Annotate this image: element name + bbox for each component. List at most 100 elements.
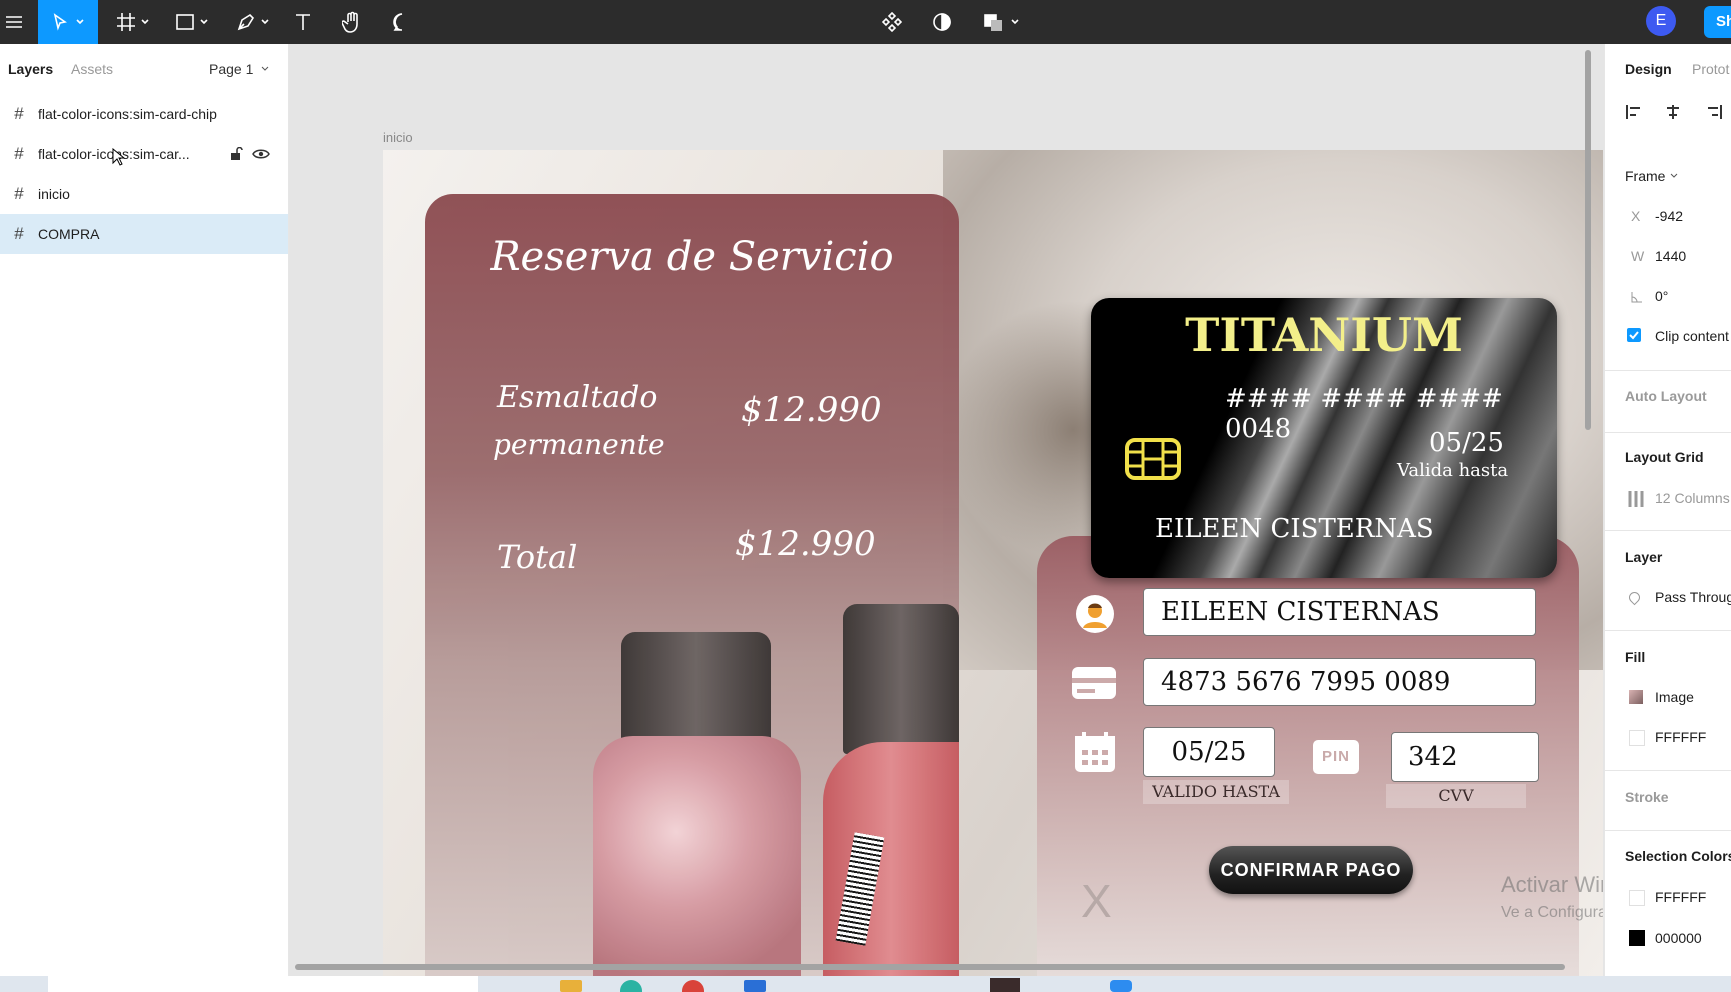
- divider: [1605, 830, 1731, 831]
- item-name-line2: permanente: [493, 428, 665, 461]
- layer-name: flat-color-icons:sim-card-chip: [38, 106, 217, 122]
- tab-design[interactable]: Design: [1625, 61, 1672, 77]
- auto-layout-heading[interactable]: Auto Layout: [1625, 388, 1707, 404]
- divider: [1605, 770, 1731, 771]
- layer-row[interactable]: # flat-color-icons:sim-card-chip: [0, 94, 288, 134]
- boolean-button[interactable]: [982, 0, 1022, 44]
- frame-icon: #: [14, 144, 24, 163]
- bottle-glitter: [593, 736, 801, 976]
- cardholder-name-field[interactable]: EILEEN CISTERNAS: [1143, 588, 1536, 636]
- x-label: X: [1631, 208, 1641, 224]
- cursor-icon: [53, 13, 67, 31]
- layer-row-selected[interactable]: # COMPRA: [0, 214, 288, 254]
- fill-color-value[interactable]: FFFFFF: [1655, 729, 1706, 745]
- pen-icon: [237, 13, 255, 31]
- selection-color-swatch[interactable]: [1629, 930, 1645, 946]
- cvv-caption: CVV: [1386, 784, 1526, 808]
- hand-tool-button[interactable]: [337, 0, 367, 44]
- text-icon: [296, 14, 310, 30]
- selection-color-value[interactable]: 000000: [1655, 930, 1702, 946]
- page-selector[interactable]: Page 1: [209, 61, 270, 77]
- item-price: $12.990: [741, 390, 882, 430]
- taskbar-app-icon[interactable]: [744, 980, 766, 992]
- expiry-field[interactable]: 05/25: [1143, 727, 1275, 777]
- blend-mode-select[interactable]: Pass Throug: [1655, 589, 1731, 605]
- card-masked-number: #### #### #### 0048: [1225, 384, 1503, 444]
- component-icon: [882, 12, 902, 32]
- vertical-scrollbar[interactable]: [1585, 50, 1591, 430]
- layer-row[interactable]: # inicio: [0, 174, 288, 214]
- stroke-heading[interactable]: Stroke: [1625, 789, 1669, 805]
- pin-badge: PIN: [1313, 740, 1359, 774]
- grid-value[interactable]: 12 Columns: [1655, 490, 1730, 506]
- eye-icon[interactable]: [252, 147, 270, 164]
- tab-layers[interactable]: Layers: [8, 61, 53, 77]
- frame-type-selector[interactable]: Frame: [1625, 168, 1679, 184]
- clip-content-label: Clip content: [1655, 328, 1729, 344]
- service-title: Reserva de Servicio: [490, 234, 894, 280]
- lock-icon[interactable]: [229, 146, 243, 164]
- cvv-field[interactable]: 342: [1391, 732, 1539, 782]
- columns-grid-icon[interactable]: [1627, 490, 1645, 513]
- taskbar-app-icon[interactable]: [990, 978, 1020, 992]
- align-center-icon[interactable]: [1664, 104, 1682, 125]
- close-icon[interactable]: X: [1081, 874, 1112, 928]
- fill-color-swatch[interactable]: [1629, 730, 1645, 746]
- share-button[interactable]: Sh: [1704, 6, 1731, 38]
- selection-color-value[interactable]: FFFFFF: [1655, 889, 1706, 905]
- rotation-icon: [1631, 290, 1643, 308]
- move-tool-button[interactable]: [38, 0, 98, 44]
- chevron-down-icon: [141, 19, 149, 25]
- canvas[interactable]: inicio Reserva de Servicio Esmaltado per…: [289, 44, 1603, 976]
- layer-row[interactable]: # flat-color-icons:sim-car...: [0, 134, 288, 174]
- mask-button[interactable]: [927, 0, 957, 44]
- align-left-icon[interactable]: [1625, 104, 1643, 125]
- credit-card: TITANIUM #### #### #### 0048 05/25 Valid…: [1091, 298, 1557, 578]
- fill-image-swatch[interactable]: [1629, 690, 1643, 704]
- frame-icon: #: [14, 224, 24, 243]
- bottle-cap-right: [843, 604, 959, 754]
- os-taskbar: [0, 976, 1731, 992]
- toolbar: E Sh: [0, 0, 1731, 44]
- main-menu-icon[interactable]: [0, 0, 28, 44]
- taskbar-app-icon[interactable]: [620, 980, 642, 992]
- card-number-field[interactable]: 4873 5676 7995 0089: [1143, 658, 1536, 706]
- total-label: Total: [497, 538, 578, 576]
- taskbar-app-icon[interactable]: [560, 980, 582, 992]
- user-icon: [1075, 594, 1115, 639]
- item-name-line1: Esmaltado: [497, 380, 658, 415]
- boolean-icon: [984, 14, 1002, 31]
- frame-tool-button[interactable]: [112, 0, 154, 44]
- fill-image-label: Image: [1655, 689, 1694, 705]
- selection-color-swatch[interactable]: [1629, 890, 1645, 906]
- layers-panel: Layers Assets Page 1 # flat-color-icons:…: [0, 44, 289, 976]
- components-button[interactable]: [877, 0, 907, 44]
- user-avatar[interactable]: E: [1646, 6, 1676, 36]
- tab-prototype[interactable]: Protot: [1692, 61, 1729, 77]
- service-card: Reserva de Servicio Esmaltado permanente…: [425, 194, 959, 976]
- clip-content-checkbox[interactable]: [1627, 328, 1641, 342]
- shape-tool-button[interactable]: [172, 0, 212, 44]
- align-right-icon[interactable]: [1705, 104, 1723, 125]
- chevron-down-icon: [76, 19, 84, 25]
- frame-inicio[interactable]: Reserva de Servicio Esmaltado permanente…: [383, 150, 1603, 976]
- text-tool-button[interactable]: [288, 0, 318, 44]
- x-field[interactable]: -942: [1655, 208, 1683, 224]
- comment-tool-button[interactable]: [387, 0, 417, 44]
- taskbar-app-icon[interactable]: [1110, 980, 1132, 992]
- selection-colors-heading: Selection Colors: [1625, 848, 1731, 864]
- pen-tool-button[interactable]: [232, 0, 274, 44]
- w-field[interactable]: 1440: [1655, 248, 1686, 264]
- layer-name: inicio: [38, 186, 70, 202]
- confirm-payment-button[interactable]: CONFIRMAR PAGO: [1209, 846, 1413, 894]
- taskbar-app-icon[interactable]: [682, 980, 704, 992]
- comment-icon: [393, 13, 403, 31]
- page-selector-label: Page 1: [209, 61, 254, 77]
- taskbar-search-box[interactable]: [48, 976, 478, 992]
- expiry-caption: VALIDO HASTA: [1143, 780, 1289, 804]
- chevron-down-icon: [261, 19, 269, 25]
- frame-label[interactable]: inicio: [383, 130, 413, 145]
- tab-assets[interactable]: Assets: [71, 61, 113, 77]
- rotation-field[interactable]: 0°: [1655, 288, 1668, 304]
- horizontal-scrollbar[interactable]: [295, 964, 1565, 970]
